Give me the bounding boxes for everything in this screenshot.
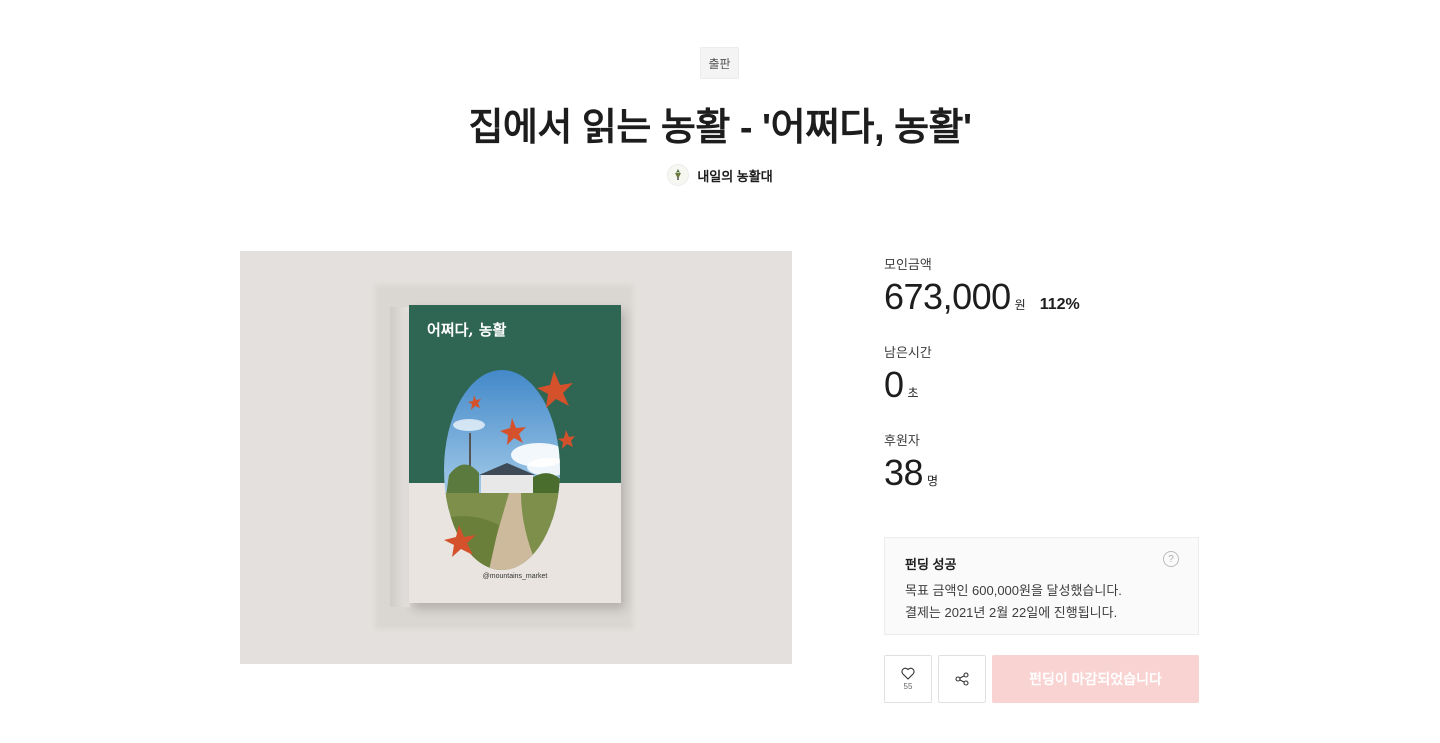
project-main-image: 어쩌다, 농활 @mountains_market <box>240 251 792 664</box>
amount-percent: 112% <box>1039 296 1080 313</box>
backers-value: 38 <box>884 452 924 493</box>
time-value: 0 <box>884 364 904 405</box>
like-count: 55 <box>903 682 913 691</box>
book-cover-handle: @mountains_market <box>482 573 548 580</box>
like-button[interactable]: 55 <box>884 655 932 703</box>
creator-info[interactable]: 내일의 농활대 <box>0 164 1440 186</box>
success-title: 펀딩 성공 <box>905 557 957 572</box>
page-title: 집에서 읽는 농활 - '어쩌다, 농활' <box>468 107 972 149</box>
amount-unit: 원 <box>1014 298 1026 312</box>
success-payment-text: 결제는 2021년 2월 22일에 진행됩니다. <box>905 605 1118 620</box>
amount-label: 모인금액 <box>884 257 932 272</box>
backers-unit: 명 <box>927 474 939 488</box>
share-icon <box>955 672 969 686</box>
amount-value: 673,000 <box>884 276 1011 317</box>
amount-value-group: 673,000 원 112% <box>884 276 1080 318</box>
creator-logo-icon <box>675 169 682 180</box>
backers-value-group: 38 명 <box>884 452 938 494</box>
category-tag[interactable]: 출판 <box>700 47 739 79</box>
time-unit: 초 <box>907 386 919 400</box>
backers-label: 후원자 <box>884 433 920 448</box>
share-button[interactable] <box>938 655 986 703</box>
creator-avatar[interactable] <box>667 164 690 186</box>
book-spine <box>390 307 410 607</box>
book-cover: 어쩌다, 농활 @mountains_market <box>409 305 621 603</box>
time-value-group: 0 초 <box>884 364 919 406</box>
funding-closed-button[interactable]: 펀딩이 마감되었습니다 <box>992 655 1199 703</box>
creator-name[interactable]: 내일의 농활대 <box>697 166 772 185</box>
help-icon[interactable]: ? <box>1163 551 1179 567</box>
heart-icon <box>901 667 915 680</box>
time-label: 남은시간 <box>884 345 932 360</box>
success-goal-text: 목표 금액인 600,000원을 달성했습니다. <box>905 583 1122 598</box>
book-cover-illustration <box>444 370 575 570</box>
funding-success-box: 펀딩 성공 ? 목표 금액인 600,000원을 달성했습니다. 결제는 202… <box>884 537 1199 635</box>
